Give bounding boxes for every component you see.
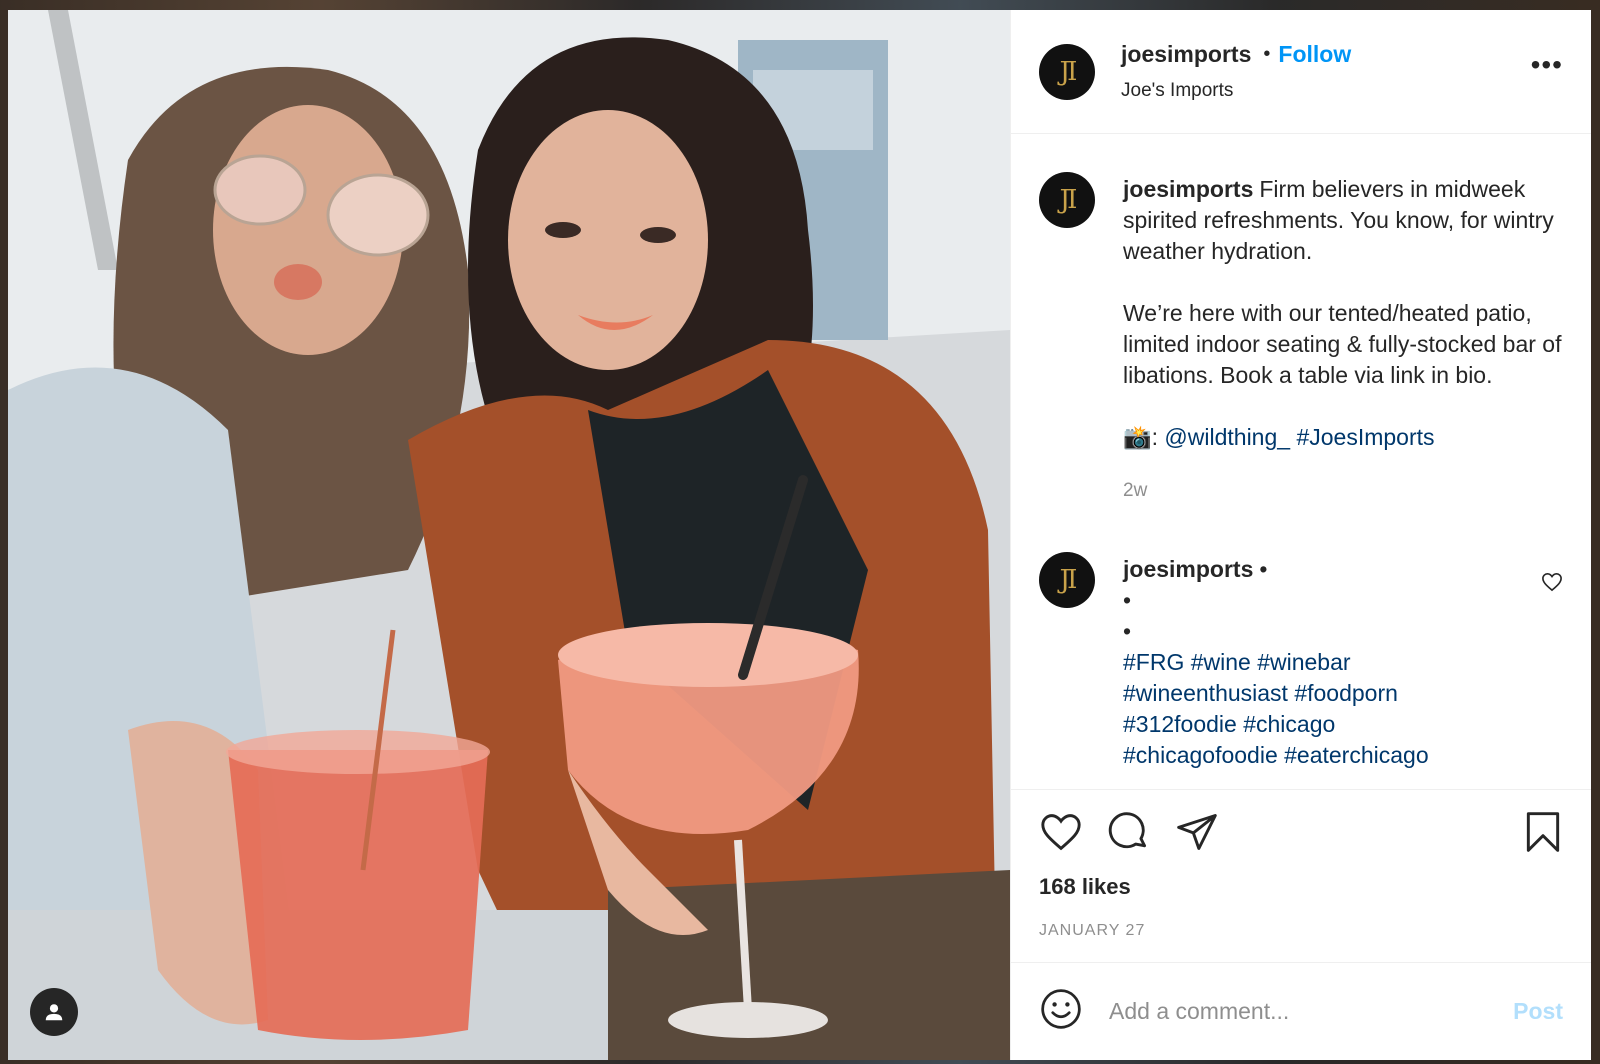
likes-count[interactable]: 168 likes — [1039, 874, 1563, 900]
comment-line-2: • — [1123, 618, 1132, 644]
caption-text-2: We’re here with our tented/heated patio,… — [1123, 300, 1562, 388]
post-date[interactable]: JANUARY 27 — [1039, 922, 1563, 962]
comment-hashtags-3[interactable]: #312foodie #chicago — [1123, 709, 1563, 740]
avatar-initials: JI — [1059, 56, 1078, 87]
comment-dot: • — [1259, 556, 1268, 582]
comment-hashtags-4[interactable]: #chicagofoodie #eaterchicago — [1123, 740, 1563, 771]
header-username[interactable]: joesimports — [1121, 41, 1251, 68]
follow-button[interactable]: Follow — [1278, 41, 1351, 68]
comment-like-button[interactable] — [1541, 572, 1563, 597]
emoji-icon — [1041, 989, 1081, 1029]
comments-list[interactable]: JI joesimports Firm believers in midweek … — [1011, 134, 1591, 789]
caption-timestamp[interactable]: 2w — [1123, 475, 1563, 506]
caption-credit: 📸: @wildthing_ #JoesImports — [1123, 422, 1563, 453]
comment-line-1: • — [1123, 587, 1132, 613]
avatar-initials: JI — [1059, 185, 1078, 215]
photo-illustration — [8, 10, 1010, 1060]
tagged-users-button[interactable] — [30, 988, 78, 1036]
heart-icon — [1041, 813, 1081, 850]
comment-icon — [1108, 811, 1147, 848]
share-button[interactable] — [1175, 810, 1219, 859]
more-icon: ••• — [1530, 48, 1563, 80]
comment-input[interactable]: Add a comment... — [1109, 998, 1513, 1025]
caption: JI joesimports Firm believers in midweek … — [1039, 172, 1563, 506]
caption-username[interactable]: joesimports — [1123, 176, 1253, 202]
avatar[interactable]: JI — [1039, 43, 1095, 100]
post-header-meta: joesimports • Follow Joe's Imports — [1121, 41, 1531, 102]
heart-small-icon — [1542, 572, 1562, 592]
emoji-button[interactable] — [1039, 987, 1083, 1036]
camera-emoji: 📸: — [1123, 424, 1159, 450]
share-icon — [1177, 813, 1217, 850]
comment: JI joesimports • • • #FRG #wine #winebar … — [1039, 552, 1563, 771]
like-button[interactable] — [1039, 812, 1083, 857]
mention-link[interactable]: @wildthing_ — [1164, 424, 1290, 450]
comment-avatar[interactable]: JI — [1039, 552, 1095, 608]
post-side-panel: JI joesimports • Follow Joe's Imports ••… — [1010, 10, 1591, 1060]
comment-composer: Add a comment... Post — [1011, 962, 1591, 1060]
header-display-name[interactable]: Joe's Imports — [1121, 80, 1531, 102]
post-photo[interactable] — [8, 10, 1010, 1060]
post-modal: JI joesimports • Follow Joe's Imports ••… — [8, 10, 1591, 1060]
comment-button[interactable] — [1107, 810, 1151, 859]
comment-hashtags-1[interactable]: #FRG #wine #winebar — [1123, 647, 1563, 678]
more-options-button[interactable]: ••• — [1531, 50, 1563, 84]
hashtag-link[interactable]: #JoesImports — [1296, 424, 1434, 450]
save-icon — [1526, 811, 1560, 852]
save-button[interactable] — [1523, 810, 1563, 859]
caption-avatar[interactable]: JI — [1039, 172, 1095, 228]
user-tag-icon — [45, 1004, 63, 1021]
post-actions: 168 likes JANUARY 27 — [1011, 789, 1591, 962]
avatar-initials: JI — [1059, 565, 1078, 595]
header-dot: • — [1263, 43, 1271, 65]
post-comment-button[interactable]: Post — [1513, 998, 1563, 1025]
comment-username[interactable]: joesimports — [1123, 556, 1253, 582]
post-header: JI joesimports • Follow Joe's Imports ••… — [1011, 10, 1591, 134]
comment-hashtags-2[interactable]: #wineenthusiast #foodporn — [1123, 678, 1563, 709]
